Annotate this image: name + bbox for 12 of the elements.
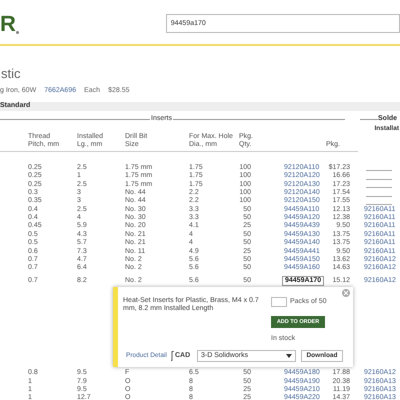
registered-mark-icon — [16, 30, 19, 34]
blank-line-icon — [366, 204, 392, 205]
blank-line-icon — [366, 178, 392, 180]
page-title: stic — [0, 66, 22, 82]
dropdown-caret-icon — [286, 354, 292, 358]
blank-line-icon — [366, 187, 392, 188]
blank-line-icon — [366, 170, 392, 172]
quantity-field[interactable] — [271, 297, 287, 308]
logo[interactable]: R — [0, 6, 166, 40]
blank-line-icon — [366, 196, 392, 197]
cad-bracket-icon — [171, 351, 175, 362]
close-icon[interactable] — [342, 289, 350, 298]
